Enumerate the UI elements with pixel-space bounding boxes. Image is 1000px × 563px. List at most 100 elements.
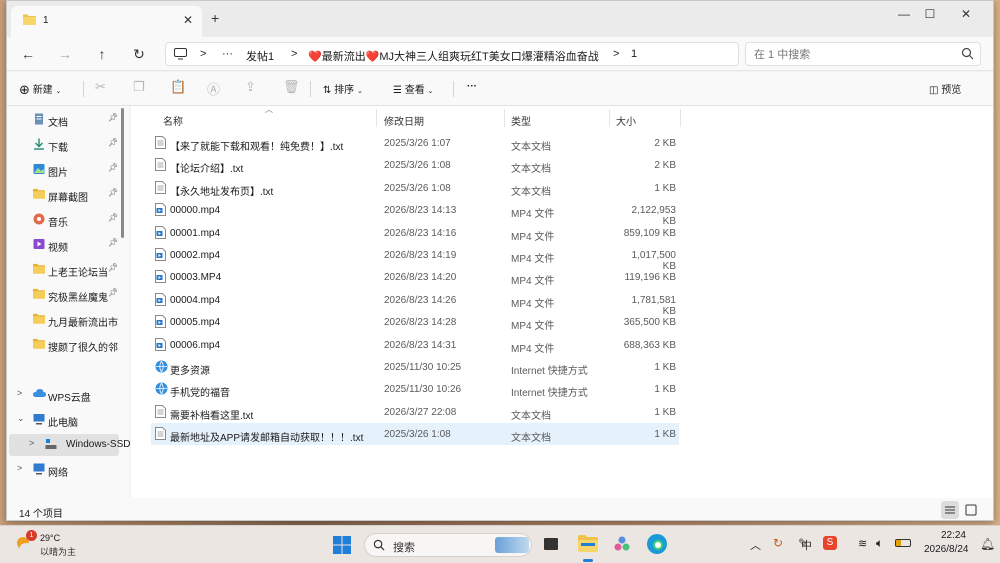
column-size[interactable]: 大小	[616, 113, 636, 128]
file-row[interactable]: 00004.mp4 2026/8/23 14:26 MP4 文件 1,781,581 …	[151, 289, 679, 317]
breadcrumb-item[interactable]: 1	[631, 48, 637, 60]
file-row[interactable]: 需要补档看这里.txt 2026/3/27 22:08 文本文档 1 KB	[151, 401, 679, 423]
column-name[interactable]: 名称	[163, 113, 183, 128]
rename-icon[interactable]: Ⓐ	[207, 79, 220, 98]
sidebar-wps-cloud[interactable]: > WPS云盘	[7, 384, 125, 406]
divider	[83, 81, 84, 97]
view-button[interactable]: ☰ 查看 ⌄	[393, 81, 433, 96]
search-box[interactable]	[745, 42, 981, 66]
sort-button[interactable]: ⇅ 排序 ⌄	[323, 81, 363, 96]
start-button[interactable]	[333, 536, 351, 557]
up-arrow-icon[interactable]: ↑	[92, 44, 112, 64]
tab-close-icon[interactable]: ✕	[183, 13, 193, 27]
details-view-button[interactable]	[941, 501, 959, 519]
sidebar-item[interactable]: 视频 📌︎	[7, 234, 125, 256]
tray-overflow-icon[interactable]: ︿	[750, 537, 761, 553]
tiles-view-button[interactable]	[962, 501, 980, 519]
file-row[interactable]: 更多资源 2025/11/30 10:25 Internet 快捷方式 1 KB	[151, 356, 679, 378]
file-name: 【来了就能下载和观看！纯免费！】.txt	[170, 142, 344, 153]
tray-app-icon[interactable]: ↻	[773, 536, 783, 550]
sidebar-network[interactable]: > 网络	[7, 459, 125, 481]
sidebar-item[interactable]: 下载 📌︎	[7, 134, 125, 156]
sidebar-item[interactable]: 图片 📌︎	[7, 159, 125, 181]
file-row[interactable]: 00005.mp4 2026/8/23 14:28 MP4 文件 365,500 KB	[151, 311, 679, 333]
column-type[interactable]: 类型	[511, 113, 531, 128]
expand-chevron-icon[interactable]: ⌄	[17, 413, 25, 424]
new-tab-button[interactable]: +	[211, 10, 219, 26]
ime-indicator[interactable]: 中	[801, 537, 812, 553]
file-explorer-taskbar-icon[interactable]	[578, 534, 598, 562]
breadcrumb-more[interactable]: ···	[222, 48, 233, 60]
battery-icon[interactable]	[895, 539, 911, 547]
breadcrumb-item[interactable]: 发帖1	[246, 48, 274, 64]
paste-icon[interactable]: 📋	[170, 79, 186, 95]
maximize-button[interactable]: ☐	[913, 4, 947, 24]
sidebar-scrollbar[interactable]	[121, 108, 124, 238]
tab-1[interactable]: 1 ✕	[11, 6, 202, 37]
expand-chevron-icon[interactable]: >	[29, 438, 34, 448]
wifi-icon[interactable]: ≋	[858, 537, 867, 550]
volume-icon[interactable]: 🔈︎	[876, 536, 883, 551]
sidebar-item[interactable]: 上老王论坛当 📌︎	[7, 259, 125, 281]
sidebar-item[interactable]: 九月最新流出市面	[7, 309, 125, 331]
edge-taskbar-icon[interactable]	[646, 533, 668, 558]
pin-icon: 📌︎	[108, 238, 119, 247]
preview-button[interactable]: ◫ 预览	[929, 81, 961, 96]
file-type: 文本文档	[511, 433, 551, 445]
file-row[interactable]: 【永久地址发布页】.txt 2025/3/26 1:08 文本文档 1 KB	[151, 177, 679, 199]
file-type: MP4 文件	[511, 321, 555, 333]
file-name: 00001.mp4	[170, 227, 221, 239]
taskbar-search[interactable]: 搜索	[364, 533, 532, 557]
sidebar-item[interactable]: 屏幕截图 📌︎	[7, 184, 125, 206]
close-button[interactable]: ✕	[949, 4, 983, 24]
file-row[interactable]: 最新地址及APP请发邮箱自动获取！！！.txt 2025/3/26 1:08 文本文…	[151, 423, 679, 446]
forward-arrow-icon[interactable]: →	[55, 44, 75, 64]
sidebar-item[interactable]: 究极黑丝魔鬼 📌︎	[7, 284, 125, 306]
file-row[interactable]: 00000.mp4 2026/8/23 14:13 MP4 文件 2,122,953 …	[151, 199, 679, 227]
sidebar-item[interactable]: 文档 📌︎	[7, 109, 125, 131]
column-date[interactable]: 修改日期	[384, 113, 424, 128]
app-taskbar-icon[interactable]	[612, 534, 632, 557]
file-row[interactable]: 00006.mp4 2026/8/23 14:31 MP4 文件 688,363 KB	[151, 334, 679, 356]
folder-icon	[33, 288, 45, 300]
app-icon	[614, 536, 630, 551]
file-date: 2025/3/26 1:08	[384, 160, 451, 172]
file-type: MP4 文件	[511, 209, 555, 221]
weather-widget[interactable]: 1 29°C 以晴为主	[14, 530, 76, 557]
search-input[interactable]	[754, 47, 954, 62]
see-more-button[interactable]: ···	[467, 81, 477, 92]
copy-icon[interactable]: ❐	[133, 79, 145, 95]
share-icon[interactable]: ⇪	[245, 79, 256, 95]
sidebar-item[interactable]: 音乐 📌︎	[7, 209, 125, 231]
file-row[interactable]: 【论坛介绍】.txt 2025/3/26 1:08 文本文档 2 KB	[151, 154, 679, 176]
sidebar-this-pc[interactable]: ⌄ 此电脑	[7, 409, 125, 431]
breadcrumb[interactable]: > ··· 发帖1 > ❤️最新流出❤️MJ大神三人组爽玩红T美女口爆灌精浴血奋…	[165, 42, 739, 66]
file-date: 2026/8/23 14:20	[384, 272, 457, 284]
sidebar-drive[interactable]: > Windows-SSD	[9, 434, 130, 456]
new-button[interactable]: ⊕ 新建 ⌄	[19, 81, 61, 97]
file-name: 【论坛介绍】.txt	[170, 164, 244, 176]
clock[interactable]: 22:24 2026/8/24	[924, 530, 969, 555]
file-row[interactable]: 00003.MP4 2026/8/23 14:20 MP4 文件 119,196 KB	[151, 266, 679, 288]
notification-bell-icon[interactable]: 🔔︎	[980, 537, 995, 551]
expand-chevron-icon[interactable]: >	[17, 463, 22, 473]
file-row[interactable]: 手机党的福音 2025/11/30 10:26 Internet 快捷方式 1 KB	[151, 378, 679, 400]
file-row[interactable]: 【来了就能下载和观看！纯免费！】.txt 2025/3/26 1:07 文本文档 2 …	[151, 132, 679, 154]
delete-icon[interactable]: 🗑	[283, 79, 300, 95]
refresh-icon[interactable]: ↻	[129, 44, 149, 64]
file-row[interactable]: 00002.mp4 2026/8/23 14:19 MP4 文件 1,017,500 …	[151, 244, 679, 272]
file-row[interactable]: 00001.mp4 2026/8/23 14:16 MP4 文件 859,109 KB	[151, 222, 679, 244]
sidebar-item[interactable]: 搜颜了很久的邻居	[7, 334, 125, 356]
task-view-icon[interactable]	[544, 538, 558, 550]
sort-label: 排序	[334, 85, 355, 96]
folder-icon	[578, 535, 598, 552]
back-arrow-icon[interactable]: ←	[18, 44, 38, 64]
wps-tray-icon[interactable]: S	[823, 536, 837, 550]
folder-icon	[23, 14, 36, 25]
cut-icon[interactable]: ✂	[95, 79, 106, 95]
sort-icon: ⇅	[323, 85, 332, 96]
computer-icon	[174, 48, 187, 60]
expand-chevron-icon[interactable]: >	[17, 388, 22, 398]
breadcrumb-item[interactable]: ❤️最新流出❤️MJ大神三人组爽玩红T美女口爆灌精浴血奋战	[308, 48, 599, 64]
pin-icon: 📌︎	[108, 163, 119, 172]
